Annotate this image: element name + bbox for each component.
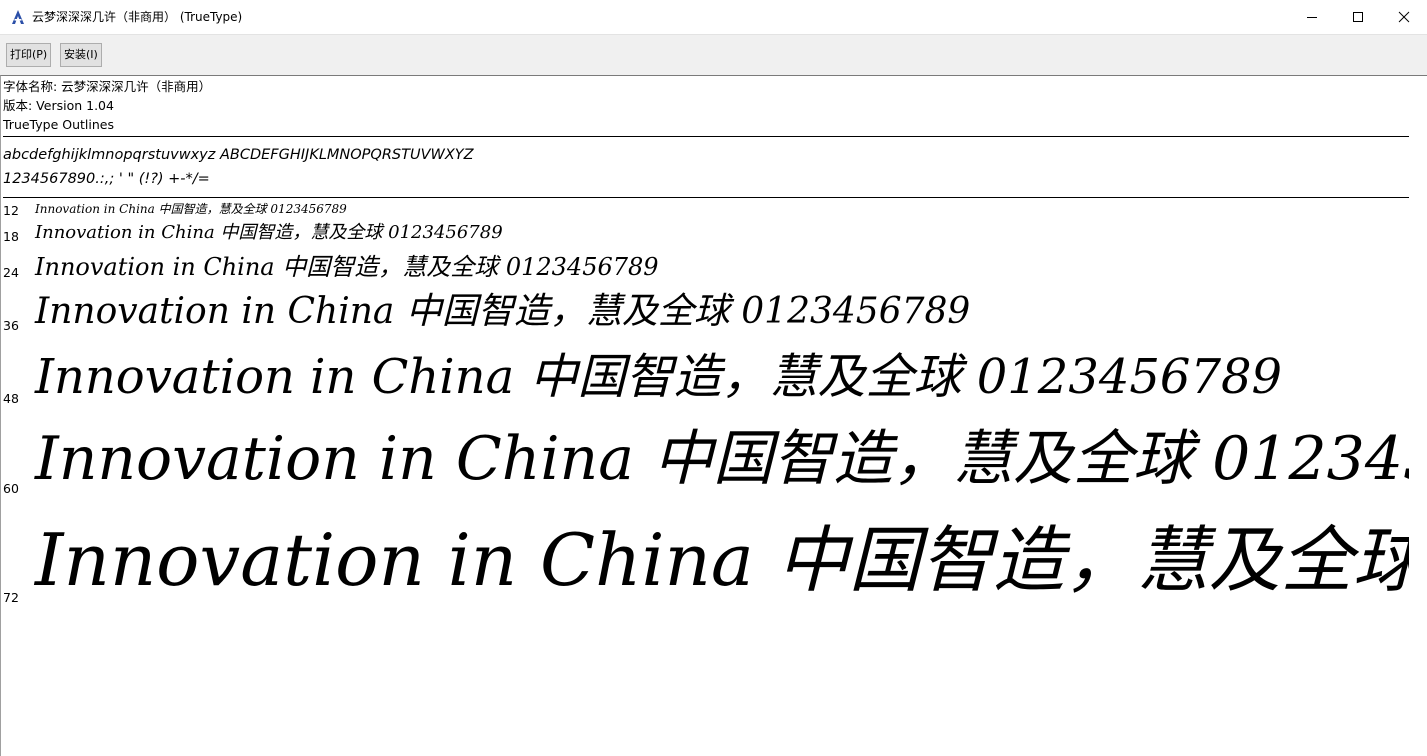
font-version-label: 版本: Version 1.04 [3,98,114,113]
sample-text-60: Innovation in China 中国智造，慧及全球 0123456789 [35,424,1427,494]
font-viewer-icon [12,10,24,24]
close-button[interactable] [1381,0,1427,34]
sample-text-36: Innovation in China 中国智造，慧及全球 0123456789 [35,291,971,332]
sample-text-24: Innovation in China 中国智造，慧及全球 0123456789 [35,253,659,281]
size-label-18: 18 [3,229,19,244]
maximize-button[interactable] [1335,0,1381,34]
charset-symbols: 1234567890.:,; ' " (!?) +-*/= [3,171,210,187]
size-label-60: 60 [3,481,19,496]
size-label-24: 24 [3,265,19,280]
size-label-72: 72 [3,590,19,605]
sample-text-18: Innovation in China 中国智造，慧及全球 0123456789 [35,222,503,243]
minimize-button[interactable] [1289,0,1335,34]
right-margin [1409,76,1427,756]
font-type-label: TrueType Outlines [3,117,114,132]
install-button[interactable]: 安装(I) [60,43,102,67]
sample-text-48: Innovation in China 中国智造，慧及全球 0123456789 [35,349,1283,405]
sample-text-72: Innovation in China 中国智造，慧及全球 0123456789 [35,518,1427,602]
font-preview-pane: 字体名称: 云梦深深深几许（非商用） 版本: Version 1.04 True… [0,75,1427,756]
minimize-icon [1307,17,1317,18]
charset-letters: abcdefghijklmnopqrstuvwxyz ABCDEFGHIJKLM… [3,147,474,163]
maximize-icon [1353,12,1363,22]
close-icon [1398,11,1410,23]
print-button[interactable]: 打印(P) [6,43,52,67]
window-title: 云梦深深深几许（非商用） (TrueType) [32,10,243,24]
divider [3,136,1410,137]
toolbar: 打印(P) 安装(I) [0,34,1427,75]
size-label-36: 36 [3,318,19,333]
font-name-label: 字体名称: 云梦深深深几许（非商用） [3,79,212,94]
size-label-48: 48 [3,391,19,406]
sample-text-12: Innovation in China 中国智造，慧及全球 0123456789 [35,202,347,216]
divider [3,197,1410,198]
size-label-12: 12 [3,203,19,218]
title-bar: 云梦深深深几许（非商用） (TrueType) [0,0,1427,34]
